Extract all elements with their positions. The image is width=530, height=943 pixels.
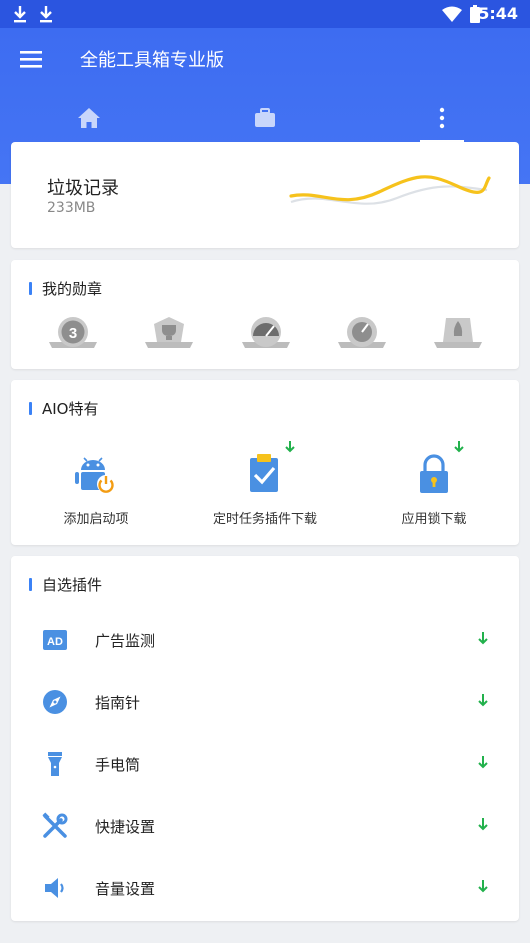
status-bar: 5:44: [0, 0, 530, 28]
scheduled-task-plugin-item[interactable]: 定时任务插件下载: [180, 440, 350, 550]
lock-icon: [420, 454, 448, 493]
add-startup-label: 添加启动项: [63, 512, 129, 527]
plugin-flashlight[interactable]: 手电筒: [11, 736, 519, 792]
home-icon: [78, 108, 100, 128]
toolbox-icon: [255, 108, 275, 127]
download-icon: [40, 6, 52, 23]
compass-icon: [43, 690, 67, 714]
scheduled-task-label: 定时任务插件下载: [212, 512, 317, 527]
medal-rocket-icon[interactable]: [432, 314, 484, 354]
app-lock-label: 应用锁下载: [401, 512, 467, 527]
tab-toolbox[interactable]: [242, 98, 288, 138]
clock: 5:44: [478, 4, 518, 23]
medals-section-title: 我的勋章: [29, 278, 102, 298]
junk-size: 233MB: [47, 200, 96, 216]
medal-trophy-icon[interactable]: [143, 314, 195, 354]
junk-record-card[interactable]: 垃圾记录 233MB: [11, 142, 519, 248]
svg-text:3: 3: [69, 325, 77, 342]
aio-card: AIO特有 添加启动项 定时任务插件下载 应用锁下载: [11, 380, 519, 545]
app-lock-item[interactable]: 应用锁下载: [349, 440, 519, 550]
volume-icon: [45, 878, 64, 898]
flashlight-icon: [48, 752, 62, 776]
plugin-quick-settings[interactable]: 快捷设置: [11, 798, 519, 854]
junk-title: 垃圾记录: [47, 178, 119, 199]
medals-card: 我的勋章 3: [11, 260, 519, 369]
plugin-label: 广告监测: [95, 632, 156, 650]
clipboard-check-icon: [250, 454, 278, 492]
plugins-section-title: 自选插件: [29, 574, 102, 594]
medal-gauge-icon[interactable]: [336, 314, 388, 354]
app-title: 全能工具箱专业版: [80, 50, 224, 71]
menu-icon[interactable]: [16, 44, 46, 74]
plugin-compass[interactable]: 指南针: [11, 674, 519, 730]
android-power-icon: [75, 457, 115, 493]
wifi-icon: [442, 6, 462, 22]
medal-3-days-icon[interactable]: 3: [47, 314, 99, 354]
medal-speed-icon[interactable]: [240, 314, 292, 354]
ad-icon: AD: [43, 630, 67, 650]
tab-more[interactable]: [419, 98, 465, 138]
plugin-label: 指南针: [95, 694, 141, 712]
download-icon: [14, 6, 26, 23]
plugin-label: 快捷设置: [95, 818, 156, 836]
plugin-label: 音量设置: [95, 880, 156, 898]
plugins-card: 自选插件 AD 广告监测 指南针 手电筒 快捷设置 音量设置: [11, 556, 519, 921]
plugin-volume-settings[interactable]: 音量设置: [11, 860, 519, 916]
junk-trend-wave: [289, 175, 491, 205]
more-vert-icon: [439, 107, 445, 129]
download-arrow-icon[interactable]: [477, 692, 489, 708]
download-arrow-icon[interactable]: [477, 754, 489, 770]
tools-icon: [42, 812, 68, 838]
tab-home[interactable]: [66, 98, 112, 138]
plugin-ad-monitor[interactable]: AD 广告监测: [11, 612, 519, 668]
aio-section-title: AIO特有: [29, 398, 99, 418]
download-arrow-icon[interactable]: [477, 630, 489, 646]
svg-text:AD: AD: [47, 636, 63, 648]
add-startup-item[interactable]: 添加启动项: [11, 440, 181, 550]
download-arrow-icon[interactable]: [477, 816, 489, 832]
download-arrow-icon[interactable]: [477, 878, 489, 894]
plugin-label: 手电筒: [95, 756, 141, 774]
